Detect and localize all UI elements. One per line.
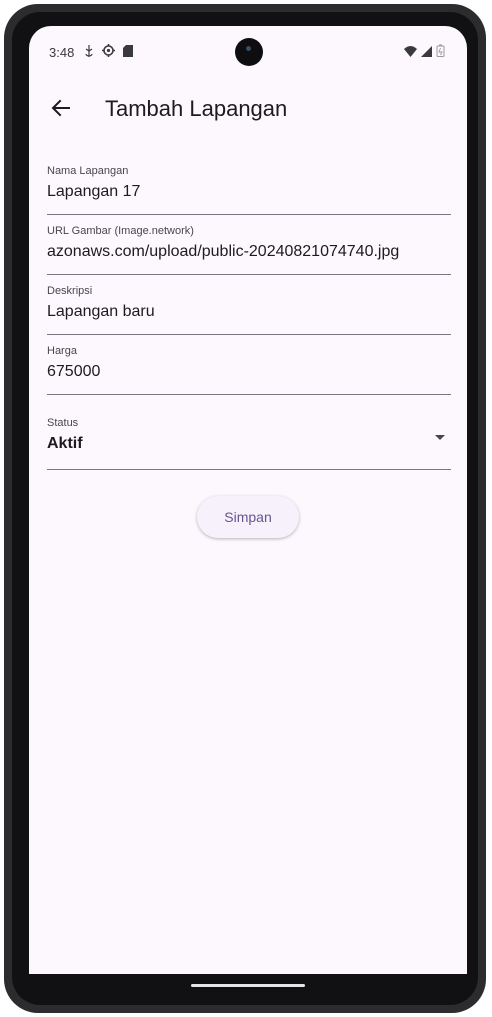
back-button[interactable] xyxy=(43,92,79,128)
system-nav-bar xyxy=(29,974,467,1000)
simpan-button[interactable]: Simpan xyxy=(197,496,299,538)
status-label: Status xyxy=(47,417,79,429)
deskripsi-label: Deskripsi xyxy=(47,285,93,297)
harga-label: Harga xyxy=(47,345,77,357)
status-time: 3:48 xyxy=(49,45,75,60)
status-icons-left xyxy=(84,44,133,57)
home-indicator[interactable] xyxy=(191,984,305,987)
battery-icon xyxy=(436,44,445,62)
sd-card-icon xyxy=(123,44,133,57)
settings-icon xyxy=(102,44,115,57)
deskripsi-input[interactable]: Lapangan baru xyxy=(47,303,451,321)
status-bar: 3:48 xyxy=(29,26,467,82)
status-icons-right xyxy=(404,44,445,62)
app-bar: Tambah Lapangan xyxy=(29,84,467,140)
page-title: Tambah Lapangan xyxy=(105,96,288,121)
harga-input[interactable]: 675000 xyxy=(47,363,451,381)
wifi-icon xyxy=(404,44,417,62)
front-camera xyxy=(235,38,263,66)
arrow-back-icon xyxy=(51,98,71,123)
signal-icon xyxy=(421,44,432,62)
nama-lapangan-input[interactable]: Lapangan 17 xyxy=(47,183,451,201)
url-gambar-value: azonaws.com/upload/public-20240821074740… xyxy=(47,243,400,260)
status-selected-value: Aktif xyxy=(47,435,83,452)
field-form: Nama Lapangan Lapangan 17 URL Gambar (Im… xyxy=(47,164,451,470)
url-gambar-input[interactable]: azonaws.com/upload/public-20240821074740… xyxy=(47,243,451,261)
status-dropdown[interactable]: Status Aktif xyxy=(47,407,451,470)
url-gambar-label: URL Gambar (Image.network) xyxy=(47,225,194,237)
url-gambar-field[interactable]: URL Gambar (Image.network) azonaws.com/u… xyxy=(47,224,451,275)
usb-icon xyxy=(84,44,94,57)
harga-field[interactable]: Harga 675000 xyxy=(47,344,451,395)
dropdown-arrow-icon[interactable] xyxy=(435,435,445,440)
nama-lapangan-field[interactable]: Nama Lapangan Lapangan 17 xyxy=(47,164,451,215)
app-screen: 3:48 Tambah Lapangan Nama Lapangan Lapan… xyxy=(29,26,467,1000)
nama-lapangan-label: Nama Lapangan xyxy=(47,165,129,177)
deskripsi-field[interactable]: Deskripsi Lapangan baru xyxy=(47,284,451,335)
